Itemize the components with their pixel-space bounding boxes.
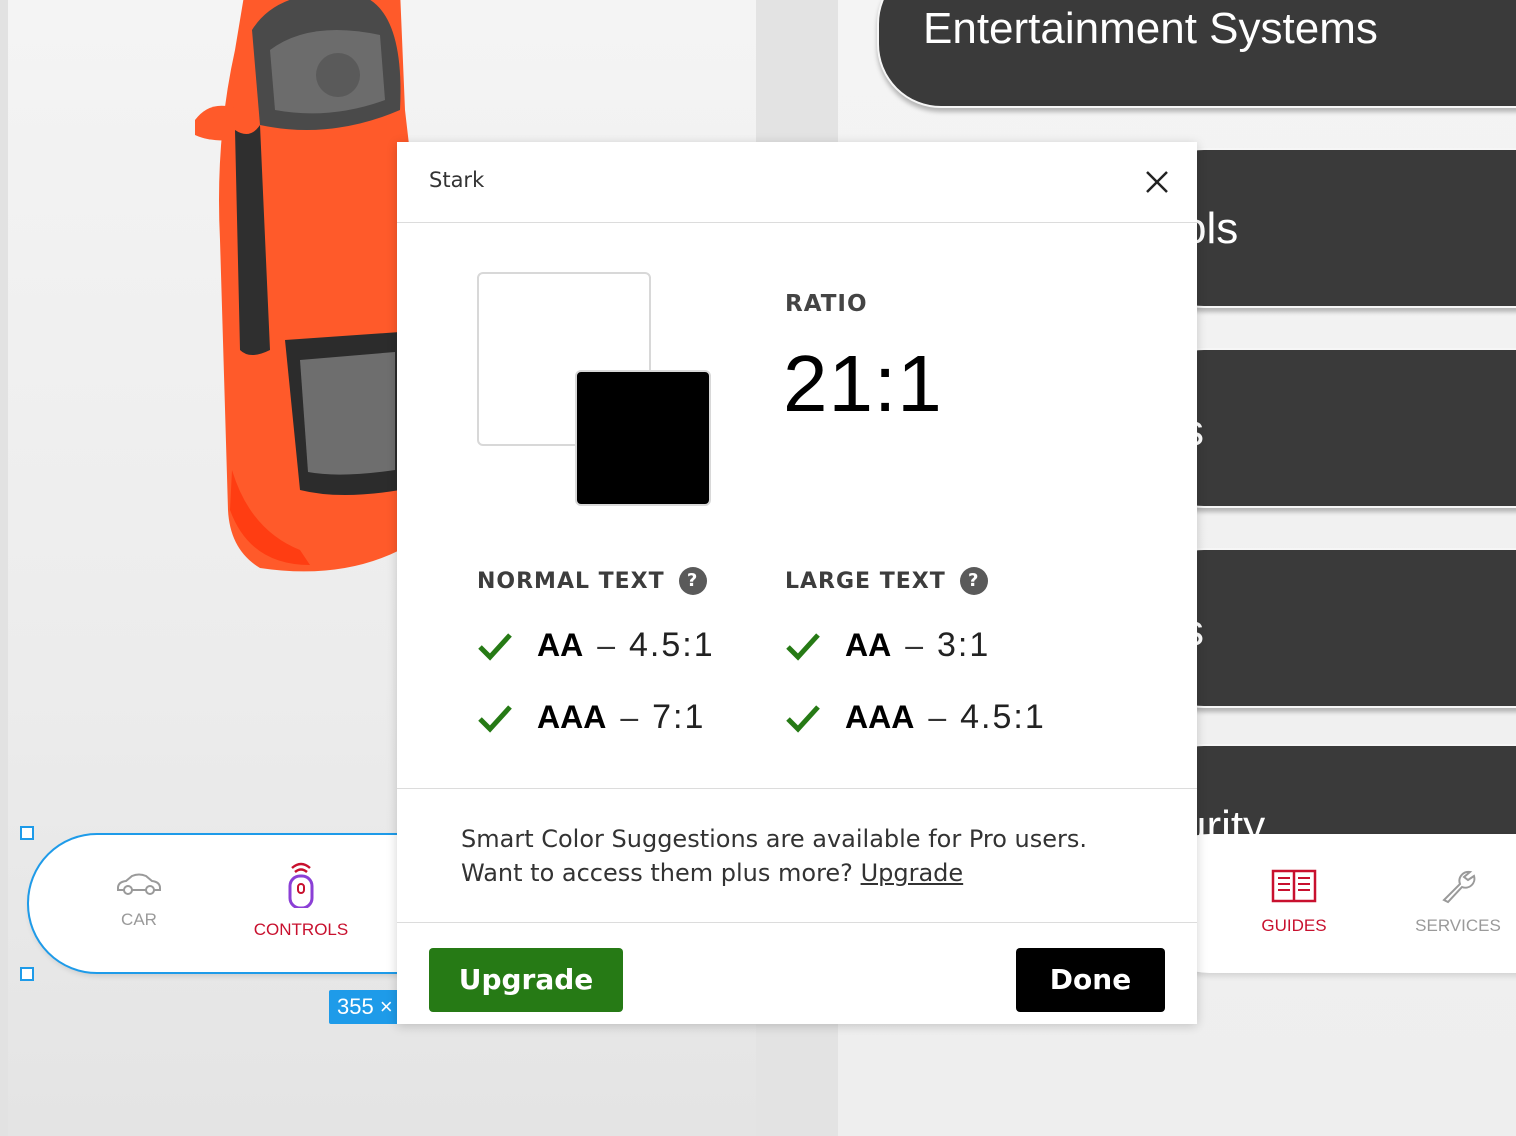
level-label: AAA	[537, 699, 607, 735]
check-icon	[786, 632, 820, 661]
tab-guides[interactable]: GUIDES	[1234, 868, 1354, 936]
dialog-title: Stark	[429, 168, 485, 192]
ratio-label: RATIO	[785, 291, 868, 317]
requirement: 4.5:1	[960, 698, 1046, 736]
requirement: 3:1	[937, 626, 991, 664]
normal-text-heading: NORMAL TEXT ?	[477, 567, 707, 595]
selection-outline	[27, 833, 427, 974]
divider	[397, 922, 1197, 923]
canvas-edge	[0, 0, 8, 1136]
requirement: 7:1	[652, 698, 706, 736]
tab-services-label: SERVICES	[1415, 916, 1501, 935]
large-text-label: LARGE TEXT	[785, 568, 946, 594]
resize-handle-top-left[interactable]	[20, 826, 34, 840]
check-icon	[478, 632, 512, 661]
done-button[interactable]: Done	[1016, 948, 1165, 1012]
help-icon[interactable]: ?	[678, 567, 707, 595]
menu-item-label: Entertainment Systems	[923, 4, 1378, 53]
dash: –	[928, 699, 947, 735]
upgrade-link[interactable]: Upgrade	[861, 859, 964, 887]
large-aaa-result: AAA – 4.5:1	[785, 698, 1046, 737]
dash: –	[597, 627, 616, 663]
help-icon[interactable]: ?	[959, 567, 988, 595]
dialog-header: Stark	[397, 142, 1197, 223]
close-icon[interactable]	[1139, 164, 1175, 200]
tab-guides-label: GUIDES	[1261, 916, 1327, 935]
normal-text-label: NORMAL TEXT	[477, 568, 665, 594]
stark-dialog: Stark RATIO 21:1 NORMAL TEXT ? AA – 4.5:…	[397, 142, 1197, 1024]
background-color-swatch[interactable]	[575, 370, 711, 506]
level-label: AA	[845, 627, 892, 663]
check-icon	[478, 704, 512, 733]
promo-text: Smart Color Suggestions are available fo…	[461, 822, 1087, 890]
wrench-icon	[1442, 870, 1476, 904]
divider	[397, 788, 1197, 789]
dash: –	[905, 627, 924, 663]
requirement: 4.5:1	[629, 626, 715, 664]
dash: –	[620, 699, 639, 735]
large-aa-result: AA – 3:1	[785, 626, 990, 665]
menu-item-entertainment-systems[interactable]: Entertainment Systems	[877, 0, 1516, 108]
promo-line-2-text: Want to access them plus more?	[461, 859, 853, 887]
dimension-badge: 355 ×	[329, 990, 401, 1024]
upgrade-button[interactable]: Upgrade	[429, 948, 623, 1012]
book-icon	[1271, 869, 1317, 903]
ratio-value: 21:1	[783, 339, 943, 428]
resize-handle-bottom-left[interactable]	[20, 967, 34, 981]
level-label: AA	[537, 627, 584, 663]
promo-line-2: Want to access them plus more? Upgrade	[461, 856, 1087, 890]
check-icon	[786, 704, 820, 733]
large-text-heading: LARGE TEXT ?	[785, 567, 988, 595]
promo-line-1: Smart Color Suggestions are available fo…	[461, 825, 1088, 853]
level-label: AAA	[845, 699, 915, 735]
normal-aa-result: AA – 4.5:1	[477, 626, 715, 665]
normal-aaa-result: AAA – 7:1	[477, 698, 705, 737]
tab-services[interactable]: SERVICES	[1398, 868, 1516, 936]
car-illustration	[195, 0, 420, 572]
